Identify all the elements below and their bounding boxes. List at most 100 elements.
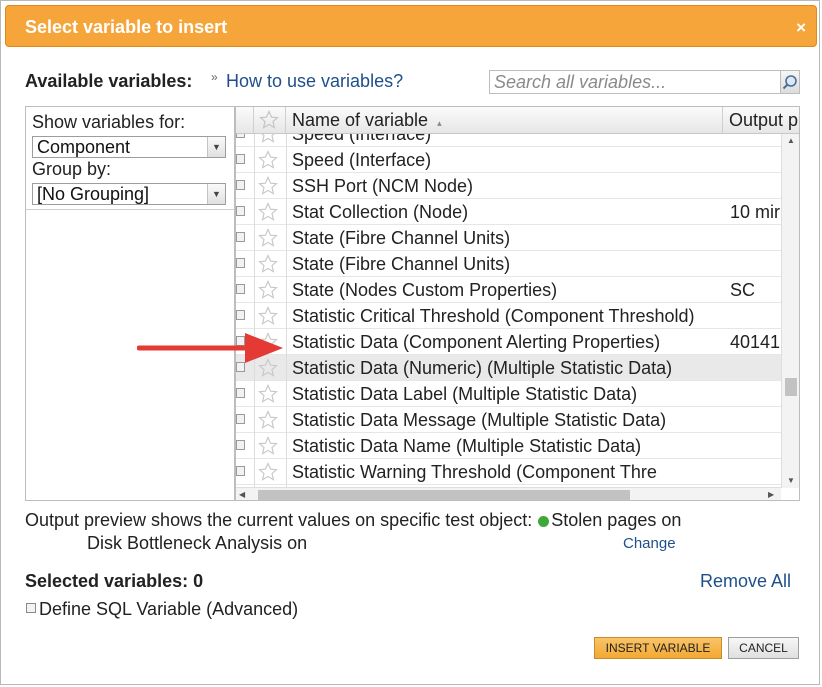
column-divider: [286, 134, 287, 488]
table-row[interactable]: SSH Port (NCM Node): [236, 173, 781, 199]
row-checkbox[interactable]: [236, 310, 245, 320]
scroll-down-icon[interactable]: ▼: [782, 474, 799, 488]
table-row[interactable]: State (Fibre Channel Units): [236, 225, 781, 251]
table-row[interactable]: Speed (Interface): [236, 147, 781, 173]
output-preview-text: Output preview shows the current values …: [25, 510, 681, 531]
sort-ascending-icon: ▴: [437, 118, 442, 128]
row-checkbox[interactable]: [236, 284, 245, 294]
scroll-up-icon[interactable]: ▲: [782, 134, 799, 148]
table-row[interactable]: State (Nodes Custom Properties) SC: [236, 277, 781, 303]
table-row[interactable]: Statistic Data (Component Alerting Prope…: [236, 329, 781, 355]
vertical-scrollbar[interactable]: ▲ ▼: [781, 134, 799, 488]
dialog-titlebar: Select variable to insert ×: [5, 5, 817, 47]
variable-name: Statistic Data Name (Multiple Statistic …: [292, 436, 642, 456]
show-variables-for-value: Component: [37, 137, 131, 157]
remove-all-link[interactable]: Remove All: [700, 571, 791, 592]
status-up-icon: [538, 515, 550, 527]
header-name-label: Name of variable: [292, 110, 429, 130]
favorite-star-icon[interactable]: [257, 176, 279, 201]
output-preview-value: 40141: [730, 332, 781, 352]
row-checkbox[interactable]: [236, 206, 245, 216]
output-preview-value: 10 mir: [730, 202, 781, 222]
row-checkbox[interactable]: [236, 414, 245, 424]
favorite-star-icon[interactable]: [257, 228, 279, 253]
favorite-star-icon[interactable]: [257, 254, 279, 279]
favorite-star-icon[interactable]: [257, 150, 279, 175]
favorite-star-icon[interactable]: [257, 384, 279, 409]
variable-name: Speed (Interface): [292, 134, 432, 144]
header-name-of-variable[interactable]: Name of variable ▴: [286, 107, 723, 133]
variable-name: Speed (Interface): [292, 150, 432, 170]
table-row[interactable]: Stat Collection (Node) 10 mir: [236, 199, 781, 225]
header-favorite-column[interactable]: [254, 107, 286, 133]
variable-name: Statistic Data Label (Multiple Statistic…: [292, 384, 638, 404]
table-row[interactable]: State (Fibre Channel Units): [236, 251, 781, 277]
header-checkbox-column: [236, 107, 254, 133]
table-row[interactable]: Statistic Data Label (Multiple Statistic…: [236, 381, 781, 407]
row-checkbox[interactable]: [236, 232, 245, 242]
dialog-title: Select variable to insert: [25, 17, 228, 37]
star-icon: [259, 110, 279, 129]
double-chevron-icon: »: [211, 70, 218, 84]
favorite-star-icon[interactable]: [257, 462, 279, 487]
horizontal-scrollbar[interactable]: ◀ ▶: [236, 487, 781, 500]
group-by-label: Group by:: [32, 159, 112, 179]
row-checkbox[interactable]: [236, 134, 245, 138]
column-divider: [254, 134, 255, 488]
favorite-star-icon[interactable]: [257, 436, 279, 461]
row-checkbox[interactable]: [236, 180, 245, 190]
cancel-button[interactable]: CANCEL: [728, 637, 799, 659]
favorite-star-icon[interactable]: [257, 410, 279, 435]
variable-name: SSH Port (NCM Node): [292, 176, 474, 196]
group-by-select[interactable]: [No Grouping] ▼: [32, 183, 226, 205]
test-object-name: Stolen pages on: [551, 510, 682, 530]
table-row[interactable]: Statistic Data Message (Multiple Statist…: [236, 407, 781, 433]
row-checkbox[interactable]: [236, 154, 245, 164]
header-output-preview[interactable]: Output p: [723, 107, 799, 133]
define-sql-variable-label[interactable]: Define SQL Variable (Advanced): [39, 599, 298, 620]
close-icon[interactable]: ×: [796, 18, 806, 38]
row-checkbox[interactable]: [236, 466, 245, 476]
scrollbar-thumb[interactable]: [785, 378, 797, 396]
insert-variable-dialog: Select variable to insert × Available va…: [0, 0, 820, 685]
grid-header: Name of variable ▴ Output p: [236, 107, 799, 134]
variable-name: Statistic Critical Threshold (Component …: [292, 306, 695, 326]
variable-name: State (Fibre Channel Units): [292, 228, 511, 248]
change-test-object-link[interactable]: Change: [623, 535, 676, 552]
favorite-star-icon[interactable]: [257, 280, 279, 305]
table-row[interactable]: Statistic Critical Threshold (Component …: [236, 303, 781, 329]
insert-variable-button[interactable]: INSERT VARIABLE: [594, 637, 722, 659]
test-object-description: Disk Bottleneck Analysis on: [87, 533, 308, 553]
define-sql-variable-checkbox[interactable]: [26, 603, 36, 613]
show-variables-for-select[interactable]: Component ▼: [32, 136, 226, 158]
variable-name: Stat Collection (Node): [292, 202, 469, 222]
how-to-use-variables-link[interactable]: How to use variables?: [226, 71, 403, 92]
row-checkbox[interactable]: [236, 440, 245, 450]
chevron-down-icon: ▼: [207, 137, 225, 157]
filter-panel: Show variables for: Component ▼ Group by…: [25, 106, 235, 501]
scroll-right-icon[interactable]: ▶: [768, 488, 774, 500]
scroll-left-icon[interactable]: ◀: [239, 488, 245, 500]
table-row[interactable]: Statistic Data (Numeric) (Multiple Stati…: [236, 355, 781, 381]
variables-grid: Name of variable ▴ Output p Speed (Inter…: [235, 106, 800, 501]
table-row[interactable]: Statistic Data Name (Multiple Statistic …: [236, 433, 781, 459]
available-variables-label: Available variables:: [25, 71, 193, 91]
row-checkbox[interactable]: [236, 258, 245, 268]
row-checkbox[interactable]: [236, 388, 245, 398]
chevron-down-icon: ▼: [207, 184, 225, 204]
scrollbar-thumb[interactable]: [258, 490, 630, 500]
search-icon: [782, 75, 797, 90]
selected-variables-count: Selected variables: 0: [25, 571, 204, 591]
table-row[interactable]: Speed (Interface): [236, 134, 781, 147]
output-preview-value: SC: [730, 280, 756, 300]
variable-name: Statistic Data (Component Alerting Prope…: [292, 332, 661, 352]
variable-name: Statistic Data (Numeric) (Multiple Stati…: [292, 358, 673, 378]
search-input[interactable]: Search all variables...: [489, 70, 781, 94]
favorite-star-icon[interactable]: [257, 306, 279, 331]
variable-name: Statistic Data Message (Multiple Statist…: [292, 410, 667, 430]
favorite-star-icon[interactable]: [257, 202, 279, 227]
search-button[interactable]: [780, 70, 800, 94]
show-variables-for-label: Show variables for:: [32, 112, 186, 132]
variable-name: Statistic Warning Threshold (Component T…: [292, 462, 657, 482]
table-row[interactable]: Statistic Warning Threshold (Component T…: [236, 459, 781, 485]
